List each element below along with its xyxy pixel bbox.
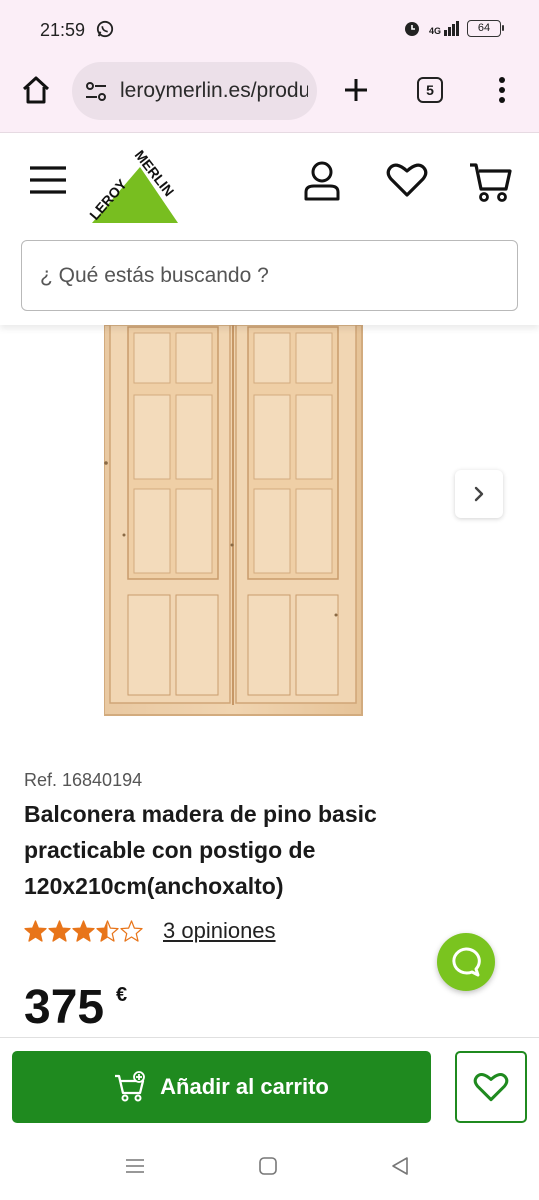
rating-stars [24,920,143,942]
add-to-cart-button[interactable]: Añadir al carrito [12,1051,431,1123]
whatsapp-icon [96,20,114,38]
signal-icon: 4G [428,20,459,36]
star-icon [72,920,95,942]
more-icon[interactable] [490,74,514,106]
price-currency: € [116,984,128,1006]
status-bar: 21:59 4G 64 [0,0,539,60]
product-ref: Ref. 16840194 [24,770,143,790]
network-type: 4G [428,25,441,36]
tab-count: 5 [426,82,434,98]
add-to-favorites-button[interactable] [455,1051,527,1123]
user-icon[interactable] [302,159,342,203]
chat-button[interactable] [437,933,495,991]
gallery-next-button[interactable] [455,470,503,518]
bottom-action-bar: Añadir al carrito [0,1037,539,1135]
chevron-right-icon [474,486,484,502]
star-empty-icon [120,920,143,942]
system-nav-bar [0,1134,539,1200]
price-value: 375 [24,981,105,1034]
battery-icon: 64 [467,19,504,37]
heart-icon [473,1072,509,1102]
home-nav-icon[interactable] [258,1156,278,1176]
product-price: 375 € [24,980,127,1035]
add-to-cart-label: Añadir al carrito [160,1074,329,1099]
chat-icon [452,947,481,977]
status-time: 21:59 [40,20,86,40]
search-input[interactable] [22,241,517,310]
alarm-icon [404,22,419,36]
search-box[interactable] [21,240,518,311]
browser-toolbar: leroymerlin.es/producto 5 [0,60,539,133]
home-icon[interactable] [20,74,52,106]
heart-icon[interactable] [386,161,428,199]
leroy-merlin-logo[interactable]: LEROY MERLIN [84,147,188,225]
plus-icon[interactable] [340,74,372,106]
tune-icon[interactable] [84,81,108,103]
url-text[interactable]: leroymerlin.es/producto [120,79,308,103]
status-icons: 4G 64 [403,19,504,37]
cart-icon[interactable] [468,161,512,203]
product-rating[interactable]: 3 opiniones [24,918,276,944]
back-icon[interactable] [390,1156,410,1176]
product-gallery[interactable] [0,325,539,745]
star-icon [24,920,47,942]
star-icon [48,920,71,942]
battery-level: 64 [477,22,491,34]
product-image [104,325,363,716]
menu-icon[interactable] [28,163,68,197]
star-half-icon [96,920,119,942]
site-header: LEROY MERLIN [0,133,539,325]
cart-plus-icon [115,1071,146,1102]
address-bar[interactable]: leroymerlin.es/producto [72,62,317,120]
recent-apps-icon[interactable] [125,1156,145,1176]
product-title: Balconera madera de pino basic practicab… [24,801,377,899]
reviews-link[interactable]: 3 opiniones [163,918,276,944]
tabs-icon[interactable]: 5 [417,77,443,103]
